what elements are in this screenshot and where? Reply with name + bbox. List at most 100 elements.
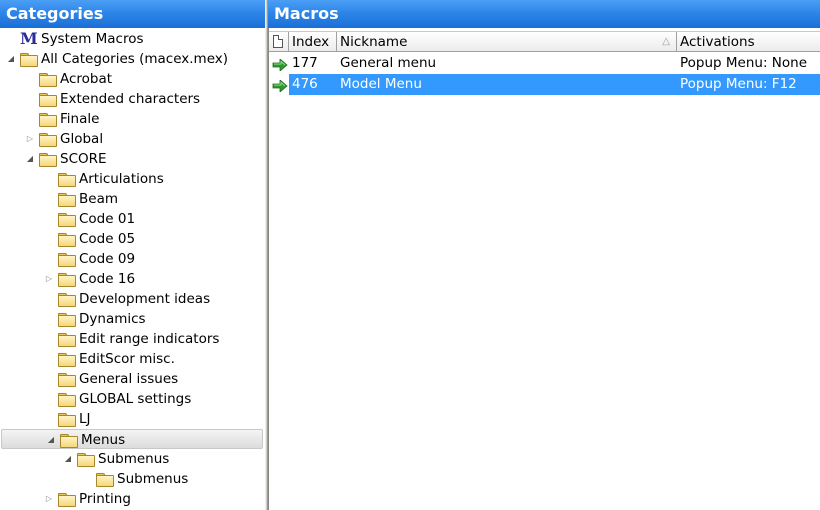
tree-item-label: LJ [79, 411, 91, 427]
tree-item-label: Code 05 [79, 231, 136, 247]
tree-item-label: Submenus [98, 451, 170, 467]
tree-item-label: Finale [60, 111, 100, 127]
tree-item[interactable]: ◢ SCORE [0, 149, 265, 169]
folder-icon [58, 233, 76, 247]
index-cell: 177 [292, 55, 318, 71]
grid-header: Index Nickname △ Activations [269, 31, 820, 52]
activations-column-header[interactable]: Activations [677, 32, 820, 52]
tree-item[interactable]: Code 05 [0, 229, 265, 249]
nickname-cell: Model Menu [340, 76, 422, 92]
tree-item-label: Articulations [79, 171, 164, 187]
tree-item-label: Code 16 [79, 271, 136, 287]
table-row[interactable]: 177 General menu Popup Menu: None [269, 53, 820, 74]
tree-item-label: Development ideas [79, 291, 211, 307]
tree-item-label: Extended characters [60, 91, 201, 107]
folder-icon [39, 93, 57, 107]
tree-item[interactable]: Code 09 [0, 249, 265, 269]
macro-grid[interactable]: Index Nickname △ Activations 177 General … [268, 28, 820, 510]
tree-item-label: Beam [79, 191, 118, 207]
folder-icon [58, 493, 76, 507]
folder-icon [39, 73, 57, 87]
macros-pane-title: Macros [268, 0, 820, 28]
collapse-arrow-icon[interactable]: ◢ [6, 49, 16, 69]
tree-item[interactable]: Code 01 [0, 209, 265, 229]
folder-icon [39, 153, 57, 167]
tree-item-label: Code 01 [79, 211, 136, 227]
document-icon [273, 35, 283, 48]
tree-item-label: Edit range indicators [79, 331, 220, 347]
tree-item[interactable]: ▷ Code 16 [0, 269, 265, 289]
tree-item[interactable]: Development ideas [0, 289, 265, 309]
tree-item-label: GLOBAL settings [79, 391, 192, 407]
tree-item[interactable]: EditScor misc. [0, 349, 265, 369]
tree-item[interactable]: ▷ Printing [0, 489, 265, 509]
tree-item[interactable]: General issues [0, 369, 265, 389]
folder-icon [58, 213, 76, 227]
tree-item[interactable]: Extended characters [0, 89, 265, 109]
m-logo-icon: M [20, 29, 38, 48]
tree-item-label: General issues [79, 371, 179, 387]
folder-icon [96, 473, 114, 487]
collapse-arrow-icon[interactable]: ◢ [46, 430, 56, 450]
tree-item-label: Acrobat [60, 71, 113, 87]
tree-item-label: Dynamics [79, 311, 146, 327]
folder-icon [77, 453, 95, 467]
tree-item-label: Submenus [117, 471, 189, 487]
tree-item[interactable]: Acrobat [0, 69, 265, 89]
tree-item[interactable]: LJ [0, 409, 265, 429]
tree-item[interactable]: ◢ Submenus [0, 449, 265, 469]
tree-item-label: SCORE [60, 151, 107, 167]
tree-item-label: All Categories (macex.mex) [41, 51, 229, 67]
table-row[interactable]: 476 Model Menu Popup Menu: F12 [269, 74, 820, 95]
index-column-header[interactable]: Index [289, 32, 337, 52]
tree-item[interactable]: ◢ Menus [1, 429, 263, 449]
folder-icon [58, 393, 76, 407]
tree-item-label: Code 09 [79, 251, 136, 267]
folder-icon [58, 353, 76, 367]
folder-icon [58, 253, 76, 267]
green-arrow-icon [272, 57, 288, 72]
tree-item[interactable]: M System Macros [0, 29, 265, 49]
category-tree[interactable]: M System Macros ◢ All Categories (macex.mex… [0, 28, 265, 510]
folder-icon [60, 434, 78, 448]
activations-cell: Popup Menu: None [680, 55, 808, 71]
nickname-cell: General menu [340, 55, 437, 71]
expand-arrow-icon[interactable]: ▷ [44, 269, 54, 289]
tree-item-label: EditScor misc. [79, 351, 175, 367]
expand-arrow-icon[interactable]: ▷ [25, 129, 35, 149]
folder-icon [58, 333, 76, 347]
tree-item[interactable]: ▷ Global [0, 129, 265, 149]
folder-icon [58, 313, 76, 327]
nickname-column-header[interactable]: Nickname △ [337, 32, 677, 52]
folder-icon [58, 293, 76, 307]
green-arrow-icon [272, 78, 288, 93]
doc-column-header[interactable] [269, 32, 289, 52]
tree-item[interactable]: Edit range indicators [0, 329, 265, 349]
index-cell: 476 [292, 76, 318, 92]
nickname-column-label: Nickname [340, 34, 408, 50]
expand-arrow-icon[interactable]: ▷ [44, 489, 54, 509]
tree-item-label: Global [60, 131, 104, 147]
tree-item[interactable]: Finale [0, 109, 265, 129]
categories-pane-title: Categories [0, 0, 265, 28]
folder-icon [58, 413, 76, 427]
folder-icon [58, 373, 76, 387]
tree-item[interactable]: Dynamics [0, 309, 265, 329]
collapse-arrow-icon[interactable]: ◢ [25, 149, 35, 169]
folder-icon [39, 133, 57, 147]
tree-item[interactable]: GLOBAL settings [0, 389, 265, 409]
folder-icon [58, 273, 76, 287]
tree-item[interactable]: Submenus [0, 469, 265, 489]
tree-item[interactable]: ◢ All Categories (macex.mex) [0, 49, 265, 69]
sort-ascending-icon: △ [662, 36, 670, 47]
activations-cell: Popup Menu: F12 [680, 76, 797, 92]
tree-item[interactable]: Articulations [0, 169, 265, 189]
folder-icon [39, 113, 57, 127]
folder-icon [20, 53, 38, 67]
tree-item-label: System Macros [41, 31, 144, 47]
folder-icon [58, 173, 76, 187]
tree-item[interactable]: Beam [0, 189, 265, 209]
tree-item-label: Menus [81, 432, 126, 448]
collapse-arrow-icon[interactable]: ◢ [63, 449, 73, 469]
tree-item-label: Printing [79, 491, 131, 507]
